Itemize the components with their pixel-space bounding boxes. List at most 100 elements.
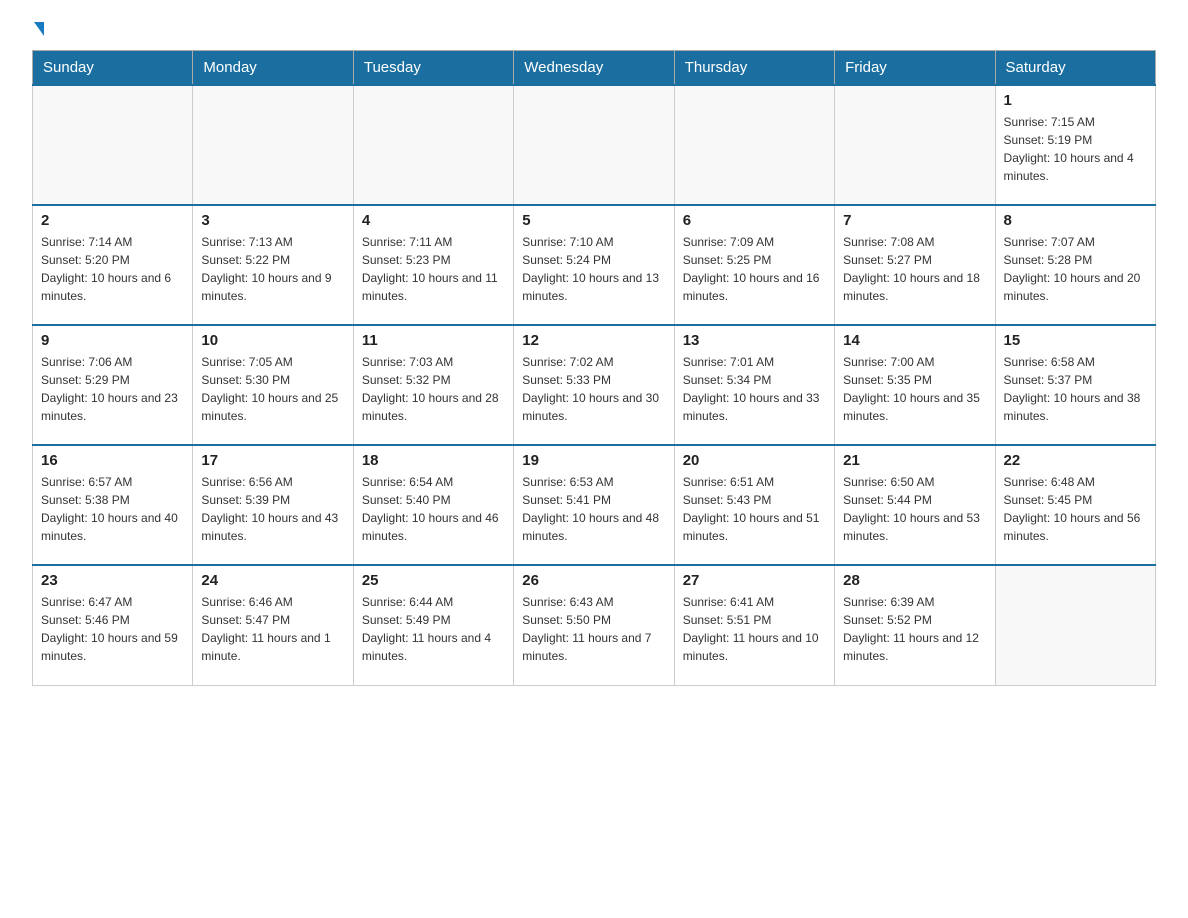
day-number: 5 [522, 212, 665, 229]
calendar-day-27: 27 Sunrise: 6:41 AMSunset: 5:51 PMDayligh… [674, 565, 834, 685]
day-info: Sunrise: 7:08 AMSunset: 5:27 PMDaylight:… [843, 233, 986, 305]
day-number: 7 [843, 212, 986, 229]
day-number: 9 [41, 332, 184, 349]
day-info: Sunrise: 6:56 AMSunset: 5:39 PMDaylight:… [201, 473, 344, 545]
calendar-day-25: 25 Sunrise: 6:44 AMSunset: 5:49 PMDayligh… [353, 565, 513, 685]
day-info: Sunrise: 6:39 AMSunset: 5:52 PMDaylight:… [843, 593, 986, 665]
calendar-day-23: 23 Sunrise: 6:47 AMSunset: 5:46 PMDayligh… [33, 565, 193, 685]
calendar-day-18: 18 Sunrise: 6:54 AMSunset: 5:40 PMDayligh… [353, 445, 513, 565]
calendar-day-empty [835, 85, 995, 205]
day-info: Sunrise: 6:43 AMSunset: 5:50 PMDaylight:… [522, 593, 665, 665]
day-number: 27 [683, 572, 826, 589]
day-info: Sunrise: 6:41 AMSunset: 5:51 PMDaylight:… [683, 593, 826, 665]
calendar-day-17: 17 Sunrise: 6:56 AMSunset: 5:39 PMDayligh… [193, 445, 353, 565]
day-info: Sunrise: 6:53 AMSunset: 5:41 PMDaylight:… [522, 473, 665, 545]
day-info: Sunrise: 6:58 AMSunset: 5:37 PMDaylight:… [1004, 353, 1147, 425]
calendar-day-9: 9 Sunrise: 7:06 AMSunset: 5:29 PMDaylight… [33, 325, 193, 445]
day-info: Sunrise: 7:06 AMSunset: 5:29 PMDaylight:… [41, 353, 184, 425]
calendar-day-11: 11 Sunrise: 7:03 AMSunset: 5:32 PMDayligh… [353, 325, 513, 445]
day-number: 19 [522, 452, 665, 469]
day-number: 14 [843, 332, 986, 349]
day-info: Sunrise: 6:47 AMSunset: 5:46 PMDaylight:… [41, 593, 184, 665]
day-info: Sunrise: 7:10 AMSunset: 5:24 PMDaylight:… [522, 233, 665, 305]
calendar-day-22: 22 Sunrise: 6:48 AMSunset: 5:45 PMDayligh… [995, 445, 1155, 565]
calendar-day-14: 14 Sunrise: 7:00 AMSunset: 5:35 PMDayligh… [835, 325, 995, 445]
calendar-day-8: 8 Sunrise: 7:07 AMSunset: 5:28 PMDaylight… [995, 205, 1155, 325]
calendar-day-24: 24 Sunrise: 6:46 AMSunset: 5:47 PMDayligh… [193, 565, 353, 685]
calendar-day-empty [193, 85, 353, 205]
day-number: 25 [362, 572, 505, 589]
day-info: Sunrise: 7:00 AMSunset: 5:35 PMDaylight:… [843, 353, 986, 425]
calendar-day-empty [674, 85, 834, 205]
day-number: 12 [522, 332, 665, 349]
calendar-header-thursday: Thursday [674, 51, 834, 86]
calendar-day-16: 16 Sunrise: 6:57 AMSunset: 5:38 PMDayligh… [33, 445, 193, 565]
day-number: 3 [201, 212, 344, 229]
calendar-day-5: 5 Sunrise: 7:10 AMSunset: 5:24 PMDaylight… [514, 205, 674, 325]
day-number: 21 [843, 452, 986, 469]
day-info: Sunrise: 7:07 AMSunset: 5:28 PMDaylight:… [1004, 233, 1147, 305]
day-info: Sunrise: 6:48 AMSunset: 5:45 PMDaylight:… [1004, 473, 1147, 545]
calendar-header-sunday: Sunday [33, 51, 193, 86]
calendar-week-row: 2Sunrise: 7:14 AMSunset: 5:20 PMDaylight… [33, 205, 1156, 325]
day-info: Sunrise: 6:50 AMSunset: 5:44 PMDaylight:… [843, 473, 986, 545]
calendar-day-empty [995, 565, 1155, 685]
day-number: 15 [1004, 332, 1147, 349]
day-number: 2 [41, 212, 184, 229]
calendar-day-12: 12 Sunrise: 7:02 AMSunset: 5:33 PMDayligh… [514, 325, 674, 445]
day-info: Sunrise: 6:57 AMSunset: 5:38 PMDaylight:… [41, 473, 184, 545]
day-info: Sunrise: 6:46 AMSunset: 5:47 PMDaylight:… [201, 593, 344, 665]
day-info: Sunrise: 7:15 AMSunset: 5:19 PMDaylight:… [1004, 113, 1147, 185]
calendar-week-row: 9 Sunrise: 7:06 AMSunset: 5:29 PMDaylight… [33, 325, 1156, 445]
calendar-day-10: 10 Sunrise: 7:05 AMSunset: 5:30 PMDayligh… [193, 325, 353, 445]
calendar-day-19: 19 Sunrise: 6:53 AMSunset: 5:41 PMDayligh… [514, 445, 674, 565]
day-info: Sunrise: 6:44 AMSunset: 5:49 PMDaylight:… [362, 593, 505, 665]
logo-arrow-icon [34, 22, 44, 36]
calendar-header-friday: Friday [835, 51, 995, 86]
day-number: 24 [201, 572, 344, 589]
calendar-day-7: 7 Sunrise: 7:08 AMSunset: 5:27 PMDaylight… [835, 205, 995, 325]
calendar-day-26: 26 Sunrise: 6:43 AMSunset: 5:50 PMDayligh… [514, 565, 674, 685]
calendar-header-monday: Monday [193, 51, 353, 86]
day-info: Sunrise: 7:03 AMSunset: 5:32 PMDaylight:… [362, 353, 505, 425]
calendar-day-1: 1 Sunrise: 7:15 AMSunset: 5:19 PMDaylight… [995, 85, 1155, 205]
day-info: Sunrise: 6:51 AMSunset: 5:43 PMDaylight:… [683, 473, 826, 545]
calendar-day-empty [353, 85, 513, 205]
day-number: 13 [683, 332, 826, 349]
day-info: Sunrise: 6:54 AMSunset: 5:40 PMDaylight:… [362, 473, 505, 545]
day-info: Sunrise: 7:09 AMSunset: 5:25 PMDaylight:… [683, 233, 826, 305]
day-number: 18 [362, 452, 505, 469]
day-number: 22 [1004, 452, 1147, 469]
day-number: 17 [201, 452, 344, 469]
calendar-day-15: 15 Sunrise: 6:58 AMSunset: 5:37 PMDayligh… [995, 325, 1155, 445]
day-number: 1 [1004, 92, 1147, 109]
day-number: 23 [41, 572, 184, 589]
page-header [32, 24, 1156, 38]
calendar-week-row: 23 Sunrise: 6:47 AMSunset: 5:46 PMDayligh… [33, 565, 1156, 685]
day-number: 11 [362, 332, 505, 349]
day-info: Sunrise: 7:05 AMSunset: 5:30 PMDaylight:… [201, 353, 344, 425]
calendar-day-2: 2Sunrise: 7:14 AMSunset: 5:20 PMDaylight… [33, 205, 193, 325]
day-number: 6 [683, 212, 826, 229]
day-number: 4 [362, 212, 505, 229]
calendar-header-tuesday: Tuesday [353, 51, 513, 86]
day-number: 20 [683, 452, 826, 469]
calendar-day-20: 20 Sunrise: 6:51 AMSunset: 5:43 PMDayligh… [674, 445, 834, 565]
day-number: 8 [1004, 212, 1147, 229]
calendar-header-saturday: Saturday [995, 51, 1155, 86]
day-info: Sunrise: 7:02 AMSunset: 5:33 PMDaylight:… [522, 353, 665, 425]
calendar-day-empty [514, 85, 674, 205]
calendar-day-21: 21 Sunrise: 6:50 AMSunset: 5:44 PMDayligh… [835, 445, 995, 565]
day-info: Sunrise: 7:13 AMSunset: 5:22 PMDaylight:… [201, 233, 344, 305]
day-info: Sunrise: 7:01 AMSunset: 5:34 PMDaylight:… [683, 353, 826, 425]
day-number: 10 [201, 332, 344, 349]
logo [32, 24, 44, 38]
calendar-day-4: 4 Sunrise: 7:11 AMSunset: 5:23 PMDaylight… [353, 205, 513, 325]
day-info: Sunrise: 7:11 AMSunset: 5:23 PMDaylight:… [362, 233, 505, 305]
calendar-header-wednesday: Wednesday [514, 51, 674, 86]
day-number: 16 [41, 452, 184, 469]
calendar-week-row: 16 Sunrise: 6:57 AMSunset: 5:38 PMDayligh… [33, 445, 1156, 565]
calendar-day-28: 28Sunrise: 6:39 AMSunset: 5:52 PMDayligh… [835, 565, 995, 685]
calendar-header-row: SundayMondayTuesdayWednesdayThursdayFrid… [33, 51, 1156, 86]
day-number: 26 [522, 572, 665, 589]
